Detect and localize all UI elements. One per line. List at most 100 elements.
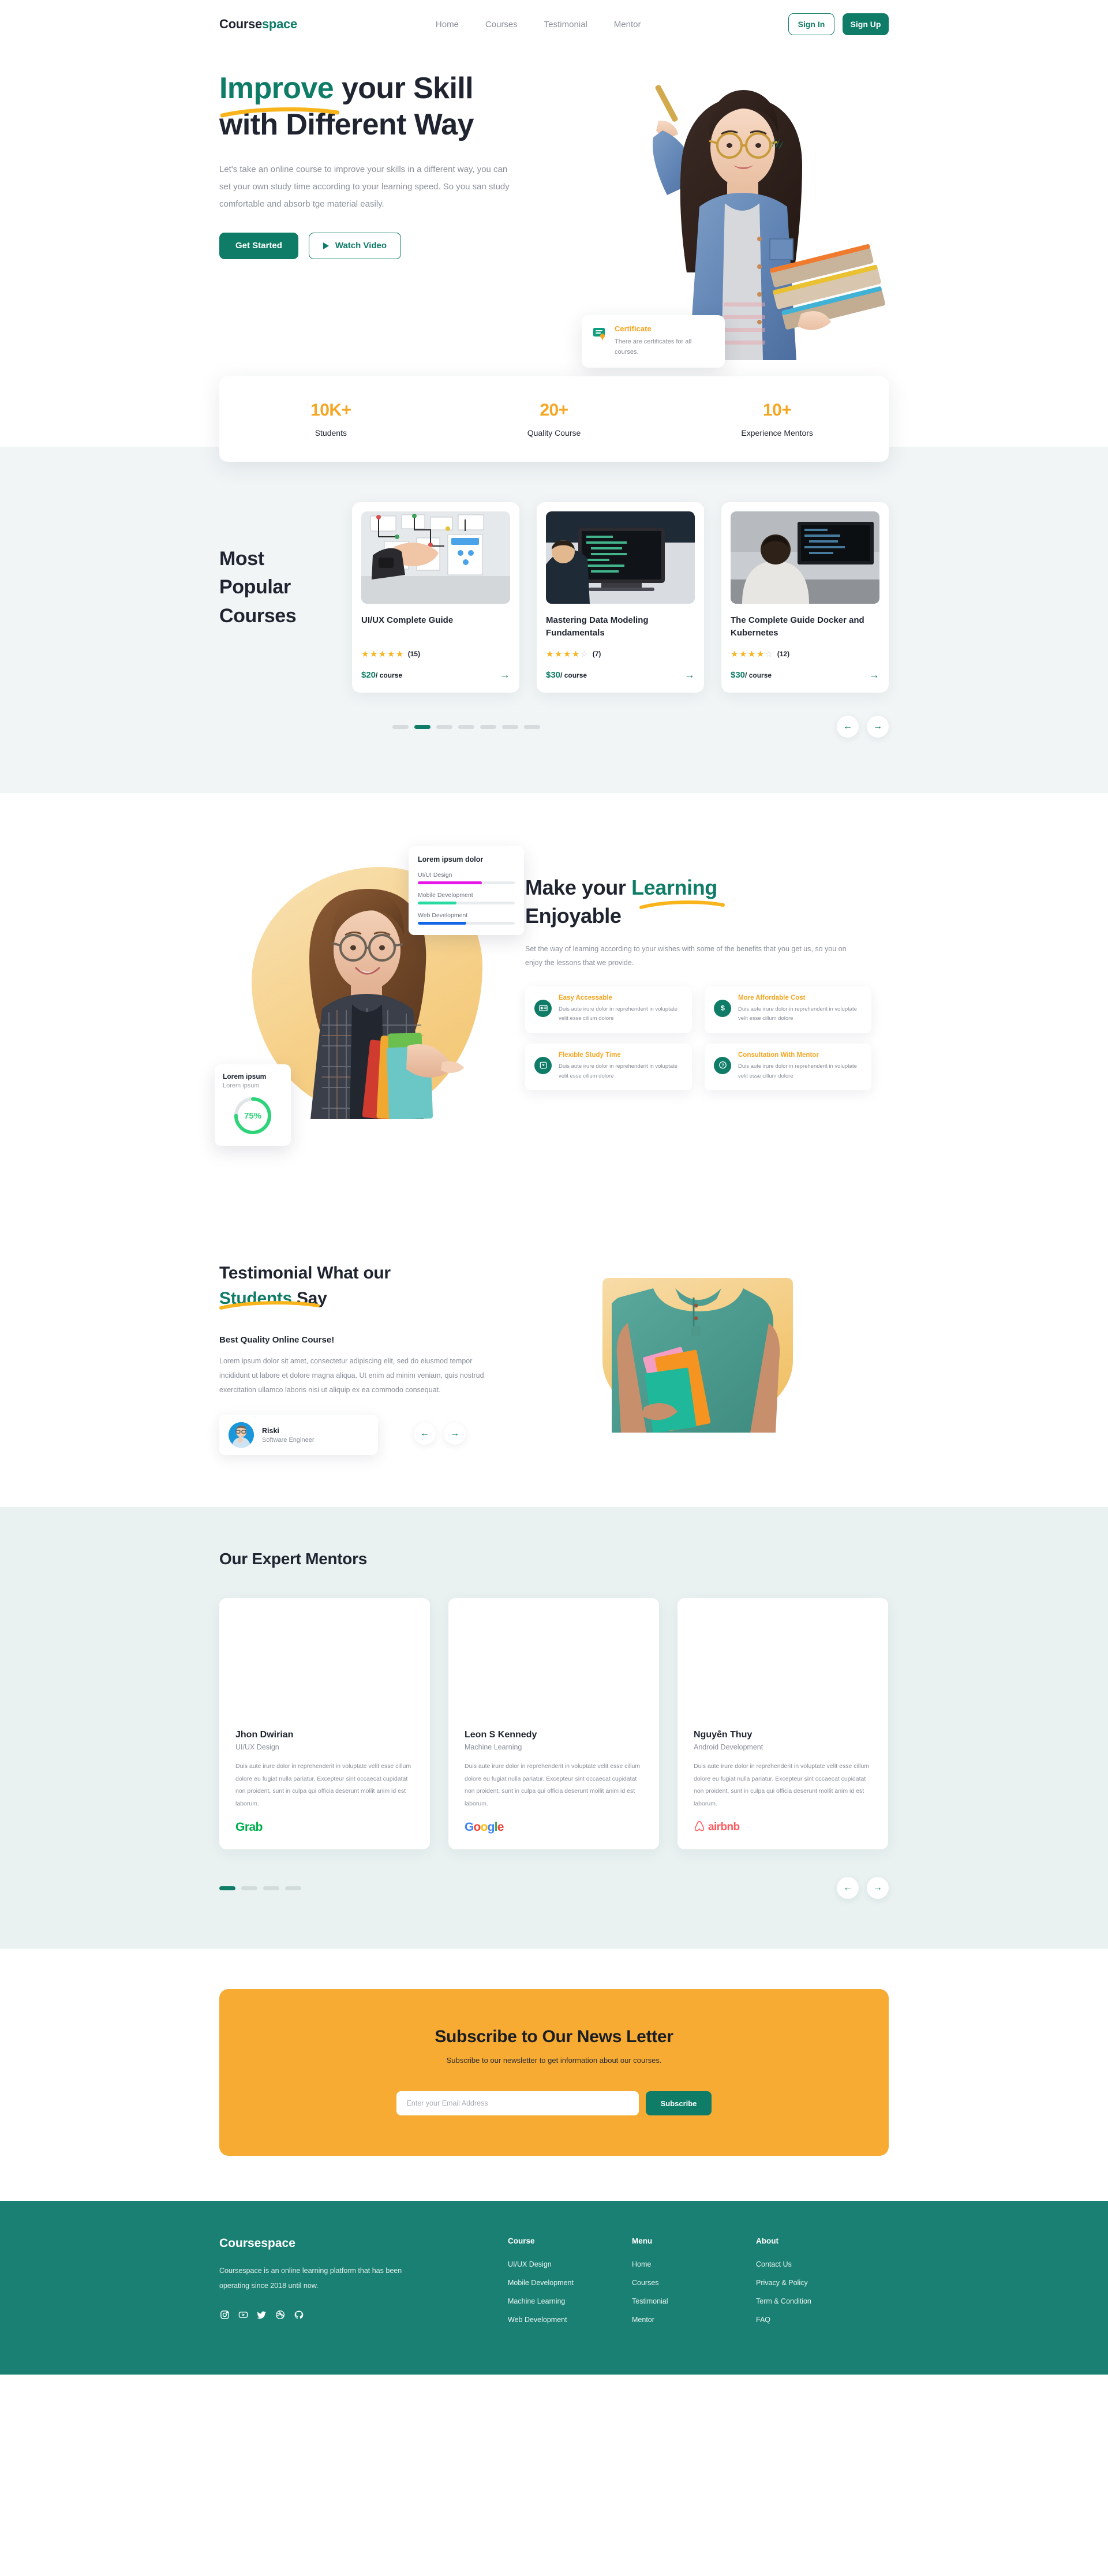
footer-description: Coursespace is an online learning platfo… [219,2267,402,2290]
svg-text:?: ? [721,1063,724,1068]
footer-link-contact-us[interactable]: Contact Us [756,2260,880,2268]
twitter-icon[interactable] [256,2310,267,2320]
nav-item-testimonial[interactable]: Testimonial [544,20,587,29]
benefit-title: Consultation With Mentor [738,1051,819,1059]
newsletter-section: Subscribe to Our News Letter Subscribe t… [0,1949,1108,2201]
courses-next-button[interactable]: → [867,716,889,738]
mentors-prev-button[interactable]: ← [837,1877,859,1900]
footer-link-courses[interactable]: Courses [632,2279,756,2287]
mentor-name: Nguyễn Thuy [694,1730,753,1740]
course-footer: $30/ course → [731,670,879,680]
nav-item-courses[interactable]: Courses [485,20,518,29]
star-icon: ☆ [580,649,589,659]
benefit-title: Flexible Study Time [559,1051,621,1059]
course-card[interactable]: The Complete Guide Docker and Kubernetes… [721,502,889,693]
brand-logo[interactable]: Coursespace [219,17,297,32]
footer-link-term-condition[interactable]: Term & Condition [756,2297,880,2305]
carousel-dot[interactable] [392,724,409,729]
mentors-next-button[interactable]: → [867,1877,889,1900]
popular-courses-heading: Most Popular Courses [219,502,347,630]
carousel-dot[interactable] [285,1886,301,1890]
certificate-icon [592,326,607,341]
course-name: UI/UX Complete Guide [361,615,454,625]
mentor-photo [219,1598,430,1730]
watch-video-label: Watch Video [335,241,387,251]
benefits-grid: Easy Accessable Duis aute irure dolor in… [525,986,871,1091]
footer-link-mobile-development[interactable]: Mobile Development [508,2279,632,2287]
carousel-dot[interactable] [524,724,540,729]
footer-link-testimonial[interactable]: Testimonial [632,2297,756,2305]
stat-students: 10K+ Students [219,401,443,438]
skill-row: Mobile Development [418,892,515,904]
footer-column-menu: Menu Home Courses Testimonial Mentor [632,2237,756,2334]
watch-video-button[interactable]: Watch Video [308,232,402,259]
stats-bar: 10K+ Students 20+ Quality Course 10+ Exp… [219,376,889,462]
carousel-dot[interactable] [480,724,496,729]
stat-experience-mentors-label: Experience Mentors [741,428,813,438]
subscribe-button[interactable]: Subscribe [645,2091,712,2116]
footer-link-home[interactable]: Home [632,2260,756,2268]
carousel-dot[interactable] [263,1886,279,1890]
rating-count: (15) [407,650,421,658]
get-started-button[interactable]: Get Started [219,232,298,259]
carousel-dot[interactable] [241,1886,257,1890]
course-detail-arrow-icon[interactable]: → [684,670,695,680]
star-icon: ★ [546,649,554,659]
course-thumbnail-docker [731,511,879,604]
footer-link-uiux-design[interactable]: UI/UX Design [508,2260,632,2268]
newsletter-box: Subscribe to Our News Letter Subscribe t… [219,1989,889,2156]
email-input[interactable] [396,2091,639,2116]
footer-link-privacy-policy[interactable]: Privacy & Policy [756,2279,880,2287]
course-detail-arrow-icon[interactable]: → [869,670,879,680]
footer-link-mentor[interactable]: Mentor [632,2316,756,2324]
course-card[interactable]: UI/UX Complete Guide ★ ★ ★ ★ ★ (15) $20/… [352,502,519,693]
mentor-card[interactable]: Jhon Dwirian UI/UX Design Duis aute irur… [219,1598,430,1850]
github-icon[interactable] [293,2310,304,2320]
courses-prev-button[interactable]: ← [837,716,859,738]
mentor-role: Machine Learning [465,1743,522,1751]
footer-column-heading: Menu [632,2237,653,2246]
mentor-company-logo: airbnb [694,1820,872,1834]
star-icon: ★ [739,649,747,659]
rating-stars: ★ ★ ★ ★ ★ [361,649,404,659]
skill-progress-track [418,902,515,904]
nav-item-home[interactable]: Home [436,20,459,29]
course-price-value: $30 [731,670,746,680]
skill-label: Web Development [418,912,468,919]
course-detail-arrow-icon[interactable]: → [500,670,510,680]
carousel-dot[interactable] [458,724,474,729]
dribbble-icon[interactable] [275,2310,285,2320]
underline-swoosh-icon [220,106,339,118]
mentors-carousel-dots [219,1886,301,1890]
nav-item-mentor[interactable]: Mentor [614,20,641,29]
carousel-dot[interactable] [436,724,452,729]
courses-heading-line2: Popular [219,576,291,599]
sign-in-button[interactable]: Sign In [788,13,834,35]
mentor-company-logo: Google [465,1820,643,1834]
skill-label: Mobile Development [418,892,473,899]
course-name: The Complete Guide Docker and Kubernetes [731,615,864,638]
instagram-icon[interactable] [219,2310,230,2320]
rating-stars: ★ ★ ★ ★ ☆ [546,649,589,659]
mentor-card[interactable]: Leon S Kennedy Machine Learning Duis aut… [448,1598,659,1850]
carousel-dot-active[interactable] [414,724,431,729]
mentor-card[interactable]: Nguyễn Thuy Android Development Duis aut… [677,1598,888,1850]
star-icon: ★ [361,649,369,659]
testimonial-next-button[interactable]: → [444,1423,466,1445]
footer-link-faq[interactable]: FAQ [756,2316,880,2324]
footer-link-machine-learning[interactable]: Machine Learning [508,2297,632,2305]
mentor-bio: Duis aute irure dolor in reprehenderit i… [694,1763,870,1807]
carousel-dot-active[interactable] [219,1886,235,1890]
carousel-dot[interactable] [502,724,518,729]
testimonial-visual [559,1261,870,1434]
certificate-title: Certificate [615,324,652,333]
hero-section: Improve your Skill with Different Way Le… [219,48,899,462]
sparkle-icon [766,136,786,159]
underline-swoosh-icon [639,899,725,910]
course-card[interactable]: Mastering Data Modeling Fundamentals ★ ★… [537,502,704,693]
course-price: $20/ course [361,670,402,680]
youtube-icon[interactable] [238,2310,248,2320]
sign-up-button[interactable]: Sign Up [843,13,889,35]
testimonial-prev-button[interactable]: ← [414,1423,436,1445]
footer-link-web-development[interactable]: Web Development [508,2316,632,2324]
